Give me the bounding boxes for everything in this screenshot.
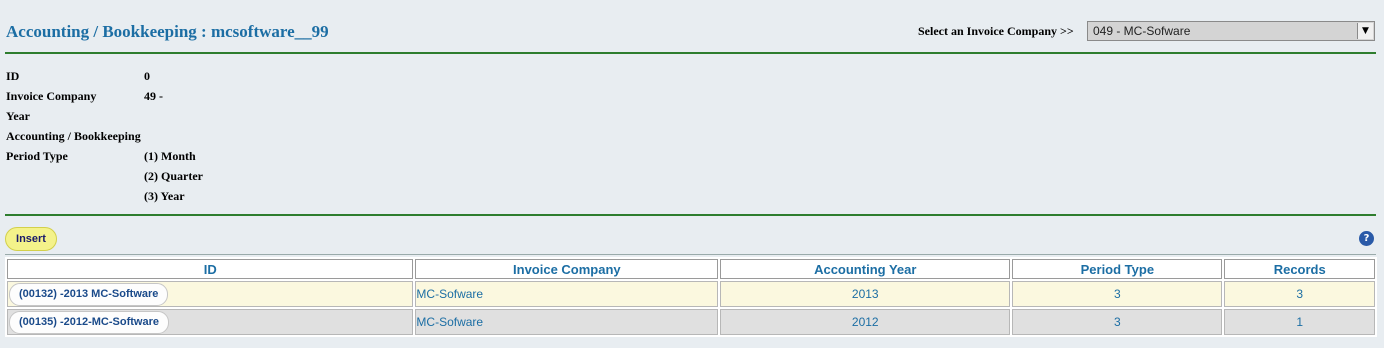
chevron-down-icon[interactable]: ▼: [1357, 23, 1373, 39]
cell-period-type: 3: [1012, 281, 1223, 307]
cell-id: (00135) -2012-MC-Software: [7, 309, 414, 335]
insert-button[interactable]: Insert: [5, 227, 57, 251]
table-top-border: [5, 254, 1376, 255]
cell-records: 3: [1224, 281, 1375, 307]
column-header-records[interactable]: Records: [1224, 259, 1375, 279]
column-header-invoice-company[interactable]: Invoice Company: [415, 259, 719, 279]
cell-accounting-year: 2012: [720, 309, 1011, 335]
detail-year-label: Year: [6, 109, 30, 123]
detail-id-label: ID: [6, 69, 20, 83]
table-row[interactable]: (00132) -2013 MC-Software MC-Sofware 201…: [7, 281, 1375, 307]
page-title: Accounting / Bookkeeping : mcsoftware__9…: [6, 22, 329, 41]
period-option-year: (3) Year: [144, 189, 185, 203]
record-id-button[interactable]: (00135) -2012-MC-Software: [9, 310, 169, 334]
middle-divider: [5, 214, 1376, 216]
detail-company-value: 49 -: [144, 89, 163, 103]
detail-company-label: Invoice Company: [6, 89, 97, 103]
column-header-period-type[interactable]: Period Type: [1012, 259, 1223, 279]
top-divider: [5, 52, 1376, 54]
detail-period-label: Period Type: [6, 149, 68, 163]
invoice-company-select-label: Select an Invoice Company >>: [918, 24, 1074, 38]
records-table: ID Invoice Company Accounting Year Perio…: [5, 257, 1377, 337]
detail-bookkeeping-label: Accounting / Bookkeeping: [6, 129, 141, 143]
help-icon[interactable]: ?: [1359, 231, 1374, 246]
column-header-accounting-year[interactable]: Accounting Year: [720, 259, 1011, 279]
invoice-company-select[interactable]: 049 - MC-Sofware ▼: [1087, 21, 1375, 41]
record-id-button[interactable]: (00132) -2013 MC-Software: [9, 282, 169, 306]
invoice-company-select-value: 049 - MC-Sofware: [1093, 24, 1191, 38]
table-row[interactable]: (00135) -2012-MC-Software MC-Sofware 201…: [7, 309, 1375, 335]
cell-id: (00132) -2013 MC-Software: [7, 281, 414, 307]
detail-id-value: 0: [144, 69, 150, 83]
cell-period-type: 3: [1012, 309, 1223, 335]
cell-accounting-year: 2013: [720, 281, 1011, 307]
period-option-quarter: (2) Quarter: [144, 169, 203, 183]
cell-records: 1: [1224, 309, 1375, 335]
cell-invoice-company: MC-Sofware: [415, 309, 719, 335]
table-header-row: ID Invoice Company Accounting Year Perio…: [7, 259, 1375, 279]
cell-invoice-company: MC-Sofware: [415, 281, 719, 307]
period-option-month: (1) Month: [144, 149, 196, 163]
column-header-id[interactable]: ID: [7, 259, 414, 279]
